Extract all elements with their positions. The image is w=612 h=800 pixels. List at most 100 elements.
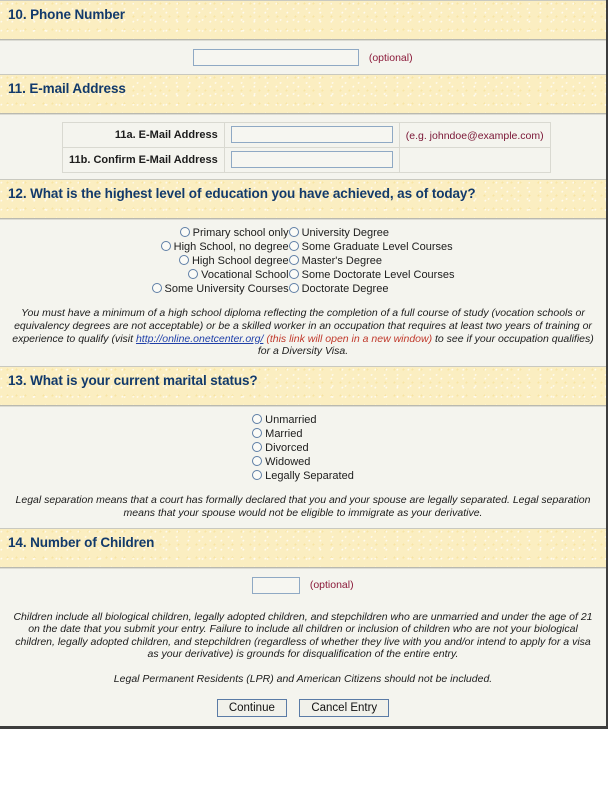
email-example-cell: (e.g. johndoe@example.com) xyxy=(398,122,551,148)
option-label: Doctorate Degree xyxy=(301,283,389,296)
table-row: 11b. Confirm E-Mail Address xyxy=(62,147,551,173)
radio-icon[interactable] xyxy=(288,283,299,294)
option-label: Primary school only xyxy=(192,227,289,240)
table-row: Vocational School Some Doctorate Level C… xyxy=(152,268,455,282)
education-option-primary-school-only[interactable]: Primary school only xyxy=(152,226,289,240)
phone-input[interactable] xyxy=(193,49,360,67)
children-help-text: Children include all biological children… xyxy=(13,610,593,661)
radio-icon[interactable] xyxy=(252,413,263,424)
option-label: Some Graduate Level Courses xyxy=(301,241,453,254)
option-label: Some University Courses xyxy=(164,283,289,296)
children-optional-note: (optional) xyxy=(309,579,354,592)
education-option-high-school-no-degree[interactable]: High School, no degree xyxy=(152,240,289,254)
radio-icon[interactable] xyxy=(288,269,299,280)
option-label: High School degree xyxy=(191,255,289,268)
table-row: High School degree Master's Degree xyxy=(152,254,455,268)
option-label: Divorced xyxy=(265,442,309,455)
continue-button[interactable]: Continue xyxy=(216,699,287,718)
section-header-phone: 10. Phone Number xyxy=(0,0,606,40)
table-row: High School, no degree Some Graduate Lev… xyxy=(152,240,455,254)
section-header-children: 14. Number of Children xyxy=(0,527,606,568)
page-tail xyxy=(0,729,612,764)
section-header-marital: 13. What is your current marital status? xyxy=(0,365,606,406)
education-option-some-doctorate-courses[interactable]: Some Doctorate Level Courses xyxy=(288,268,455,282)
section-body-education: Primary school only University Degree Hi… xyxy=(0,219,606,366)
marital-option-divorced[interactable]: Divorced xyxy=(252,441,354,455)
email-input[interactable] xyxy=(230,126,393,144)
section-title-marital: 13. What is your current marital status? xyxy=(8,372,258,388)
radio-icon[interactable] xyxy=(288,227,299,237)
education-options: Primary school only University Degree Hi… xyxy=(151,226,455,296)
radio-icon[interactable] xyxy=(160,241,171,252)
table-row: Primary school only University Degree xyxy=(152,226,455,240)
education-option-high-school-degree[interactable]: High School degree xyxy=(152,254,289,268)
form-actions: Continue Cancel Entry xyxy=(0,694,606,726)
radio-icon[interactable] xyxy=(252,456,263,467)
email-confirm-note-cell xyxy=(398,147,551,173)
dv-entry-form: 10. Phone Number (optional) 11. E-mail A… xyxy=(0,0,608,730)
email-confirm-input[interactable] xyxy=(230,151,393,169)
marital-help-text: Legal separation means that a court has … xyxy=(15,494,591,519)
section-title-education: 12. What is the highest level of educati… xyxy=(8,186,476,201)
option-label: Married xyxy=(265,428,303,441)
section-body-children: (optional) Children include all biologic… xyxy=(0,567,606,727)
radio-icon[interactable] xyxy=(288,241,299,252)
marital-option-legally-separated[interactable]: Legally Separated xyxy=(252,469,354,483)
option-label: Widowed xyxy=(265,456,311,469)
radio-icon[interactable] xyxy=(252,442,263,453)
radio-icon[interactable] xyxy=(252,427,263,438)
radio-icon[interactable] xyxy=(252,470,263,481)
option-label: Vocational School xyxy=(201,269,289,282)
table-row: Unmarried xyxy=(252,413,354,427)
option-label: Unmarried xyxy=(265,413,317,426)
marital-options: Unmarried Married Divorced Widowed Legal… xyxy=(252,413,354,483)
radio-icon[interactable] xyxy=(179,227,190,237)
table-row: 11a. E-Mail Address (e.g. johndoe@exampl… xyxy=(62,122,551,148)
marital-option-widowed[interactable]: Widowed xyxy=(252,455,354,469)
radio-icon[interactable] xyxy=(151,283,162,294)
children-input-row: (optional) xyxy=(0,569,606,602)
phone-input-row: (optional) xyxy=(0,41,606,74)
education-option-university-degree[interactable]: University Degree xyxy=(288,226,455,240)
email-confirm-field-cell xyxy=(223,147,400,173)
onetcenter-link[interactable]: http://online.onetcenter.org/ xyxy=(136,333,263,345)
radio-icon[interactable] xyxy=(178,255,189,266)
email-field-table: 11a. E-Mail Address (e.g. johndoe@exampl… xyxy=(62,122,551,173)
education-option-vocational-school[interactable]: Vocational School xyxy=(152,268,289,282)
education-option-doctorate-degree[interactable]: Doctorate Degree xyxy=(288,282,455,296)
radio-icon[interactable] xyxy=(188,269,199,280)
email-label-cell: 11a. E-Mail Address xyxy=(62,122,225,148)
section-title-email: 11. E-mail Address xyxy=(8,81,126,96)
children-lpr-note: Legal Permanent Residents (LPR) and Amer… xyxy=(113,672,493,685)
section-title-phone: 10. Phone Number xyxy=(8,7,125,22)
option-label: University Degree xyxy=(301,227,390,240)
children-count-input[interactable] xyxy=(252,576,301,594)
email-field-cell xyxy=(223,122,400,148)
section-body-email: 11a. E-Mail Address (e.g. johndoe@exampl… xyxy=(0,114,606,173)
option-label: High School, no degree xyxy=(173,241,289,254)
section-body-marital: Unmarried Married Divorced Widowed Legal… xyxy=(0,405,606,528)
option-label: Legally Separated xyxy=(265,470,354,483)
phone-optional-note: (optional) xyxy=(368,51,413,64)
table-row: Divorced xyxy=(252,441,354,455)
option-label: Master's Degree xyxy=(301,255,382,268)
table-row: Widowed xyxy=(252,455,354,469)
table-row: Married xyxy=(252,427,354,441)
option-label: Some Doctorate Level Courses xyxy=(301,269,455,282)
table-row: Some University Courses Doctorate Degree xyxy=(151,282,455,296)
section-header-education: 12. What is the highest level of educati… xyxy=(0,179,606,219)
section-header-email: 11. E-mail Address xyxy=(0,74,606,114)
section-title-children: 14. Number of Children xyxy=(8,534,155,550)
education-option-some-university-courses[interactable]: Some University Courses xyxy=(151,282,289,296)
education-option-some-graduate-courses[interactable]: Some Graduate Level Courses xyxy=(288,240,455,254)
cancel-entry-button[interactable]: Cancel Entry xyxy=(299,699,390,718)
table-row: Legally Separated xyxy=(252,469,354,483)
email-example-note: (e.g. johndoe@example.com) xyxy=(405,130,544,142)
education-option-masters-degree[interactable]: Master's Degree xyxy=(288,254,455,268)
radio-icon[interactable] xyxy=(288,255,299,266)
marital-option-married[interactable]: Married xyxy=(252,427,354,441)
new-window-note: (this link will open in a new window) xyxy=(263,332,433,345)
email-confirm-label-cell: 11b. Confirm E-Mail Address xyxy=(62,147,225,173)
education-help-text: You must have a minimum of a high school… xyxy=(0,300,606,365)
marital-option-unmarried[interactable]: Unmarried xyxy=(252,413,354,427)
